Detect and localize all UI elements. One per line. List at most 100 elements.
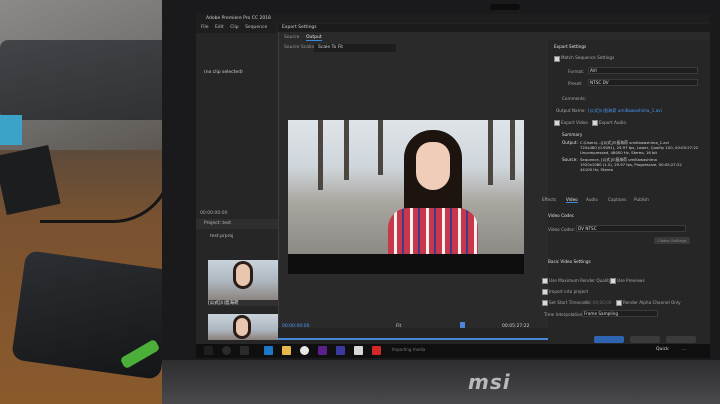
laptop-screen: Adobe Premiere Pro CC 2018 File Edit Cli… bbox=[196, 14, 710, 358]
menu-sequence[interactable]: Sequence bbox=[245, 25, 267, 30]
tree bbox=[378, 120, 383, 175]
menu-bar: File Edit Clip Sequence Marke bbox=[196, 23, 276, 40]
app-red-icon[interactable] bbox=[372, 346, 381, 355]
cancel-button[interactable] bbox=[666, 336, 696, 343]
file-explorer-icon[interactable] bbox=[282, 346, 291, 355]
timecode-in[interactable]: 00:00:00:00 bbox=[282, 324, 309, 329]
render-alpha-checkbox[interactable] bbox=[616, 300, 622, 306]
summary-source-label: Source: bbox=[562, 157, 578, 162]
output-name-link[interactable]: [公式]川島海荷 umiKawashima_1.avi bbox=[588, 108, 662, 114]
format-label: Format: bbox=[568, 69, 585, 74]
preset-value: NTSC DV bbox=[590, 80, 609, 85]
max-render-quality-checkbox[interactable] bbox=[542, 278, 548, 284]
export-dialog-title: Export Settings bbox=[278, 24, 710, 32]
laptop-chin bbox=[162, 360, 720, 404]
output-name-label: Output Name: bbox=[556, 108, 586, 113]
codec-settings-label: Codec Settings bbox=[658, 238, 687, 243]
thumbnail-face bbox=[236, 264, 250, 286]
project-panel-header[interactable]: Project: test bbox=[196, 219, 278, 229]
source-scaling-select[interactable]: Scale To Fit bbox=[314, 44, 396, 52]
msi-logo: msi bbox=[468, 370, 511, 394]
tab-audio[interactable]: Audio bbox=[586, 197, 598, 202]
clip-label: [公式]川島海荷 bbox=[208, 300, 278, 306]
subject-face bbox=[416, 142, 450, 190]
summary-output-audio: Uncompressed, 48000 Hz, Stereo, 16 bit bbox=[580, 150, 657, 155]
use-previews-label: Use Previews bbox=[617, 278, 645, 283]
preset-label: Preset: bbox=[568, 81, 583, 86]
export-button[interactable] bbox=[594, 336, 624, 343]
preview-video-frame bbox=[288, 120, 524, 254]
taskbar-tray[interactable]: ... bbox=[682, 347, 686, 352]
export-settings-heading: Export Settings bbox=[554, 44, 587, 49]
format-value: AVI bbox=[590, 68, 597, 73]
tree bbox=[510, 120, 515, 180]
taskbar-quick[interactable]: Quick bbox=[656, 347, 669, 352]
summary-heading: Summary bbox=[562, 132, 583, 137]
menu-edit[interactable]: Edit bbox=[215, 25, 224, 30]
cable bbox=[40, 110, 173, 223]
transport-bar bbox=[278, 328, 548, 344]
max-render-quality-label: Use Maximum Render Quality bbox=[549, 278, 612, 283]
taskbar-status: Importing media bbox=[392, 347, 426, 352]
comments-label: Comments: bbox=[562, 96, 587, 101]
match-sequence-checkbox[interactable] bbox=[554, 56, 560, 62]
summary-output-label: Output: bbox=[562, 140, 578, 145]
app-icon[interactable] bbox=[354, 346, 363, 355]
source-timecode: 00:00:00:00 bbox=[200, 211, 228, 216]
tree bbox=[488, 120, 493, 185]
windows-taskbar bbox=[196, 344, 710, 358]
video-codec-label: Video Codec: bbox=[548, 227, 576, 232]
set-start-timecode-checkbox[interactable] bbox=[542, 300, 548, 306]
blue-box bbox=[0, 115, 22, 145]
export-video-checkbox[interactable] bbox=[554, 120, 560, 126]
menu-clip[interactable]: Clip bbox=[230, 25, 239, 30]
time-interpolation-label: Time Interpolation: bbox=[544, 312, 584, 317]
tab-publish[interactable]: Publish bbox=[634, 197, 649, 202]
video-codec-header[interactable]: Video Codec bbox=[548, 213, 574, 218]
source-panel bbox=[196, 33, 278, 358]
tab-effects[interactable]: Effects bbox=[542, 197, 556, 202]
playhead[interactable] bbox=[460, 322, 465, 328]
subject-shirt bbox=[388, 208, 478, 254]
tab-captions[interactable]: Captions bbox=[608, 197, 626, 202]
edge-icon[interactable] bbox=[264, 346, 273, 355]
queue-button[interactable] bbox=[630, 336, 660, 343]
webcam bbox=[490, 4, 520, 10]
app-title: Adobe Premiere Pro CC 2018 bbox=[196, 14, 710, 23]
windows-start-icon[interactable] bbox=[204, 346, 213, 355]
export-audio-checkbox[interactable] bbox=[592, 120, 598, 126]
video-codec-value: DV NTSC bbox=[578, 226, 597, 231]
match-sequence-label: Match Sequence Settings bbox=[561, 55, 615, 60]
media-encoder-icon[interactable] bbox=[336, 346, 345, 355]
task-view-icon[interactable] bbox=[240, 346, 249, 355]
basic-video-header[interactable]: Basic Video Settings bbox=[548, 259, 591, 264]
format-select[interactable] bbox=[588, 67, 698, 74]
tab-output[interactable]: Output bbox=[306, 35, 322, 41]
external-hard-drive bbox=[11, 250, 175, 380]
premiere-icon[interactable] bbox=[318, 346, 327, 355]
thumbnail-face-2 bbox=[236, 318, 248, 336]
tab-video[interactable]: Video bbox=[566, 197, 578, 203]
timecode-out: 00:05:27:22 bbox=[502, 324, 530, 329]
export-video-label: Export Video bbox=[561, 120, 588, 125]
use-previews-checkbox[interactable] bbox=[610, 278, 616, 284]
render-alpha-label: Render Alpha Channel Only bbox=[623, 300, 681, 305]
menu-file[interactable]: File bbox=[201, 25, 209, 30]
search-icon[interactable] bbox=[222, 346, 231, 355]
black-bag bbox=[0, 40, 170, 120]
start-timecode-value[interactable]: 00;00;00;00 bbox=[586, 300, 612, 305]
tree bbox=[318, 120, 323, 190]
range-track[interactable] bbox=[278, 338, 548, 340]
time-interpolation-value: Frame Sampling bbox=[584, 311, 618, 316]
chrome-icon[interactable] bbox=[300, 346, 309, 355]
import-into-project-checkbox[interactable] bbox=[542, 289, 548, 295]
summary-source-audio: 44100 Hz, Stereo bbox=[580, 167, 613, 172]
set-start-timecode-label: Set Start Timecode bbox=[549, 300, 590, 305]
project-file-name: test.prproj bbox=[210, 234, 234, 239]
tab-source[interactable]: Source bbox=[284, 35, 299, 40]
export-audio-label: Export Audio bbox=[599, 120, 626, 125]
import-into-project-label: Import into project bbox=[549, 289, 589, 294]
no-clip-label: (no clip selected) bbox=[204, 70, 243, 75]
zoom-fit-select[interactable]: Fit bbox=[396, 324, 401, 329]
tree bbox=[344, 120, 349, 180]
